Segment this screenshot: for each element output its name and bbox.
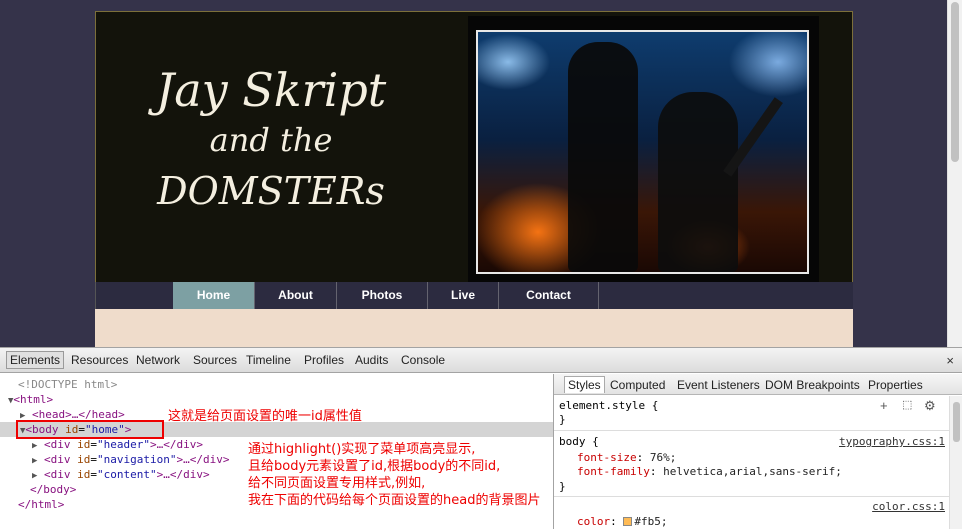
expand-triangle-icon[interactable]: ▶: [32, 456, 37, 466]
logo-line-3: DOMSTERs: [157, 169, 385, 213]
element-style-close: }: [559, 413, 566, 426]
nav-item-about[interactable]: About: [255, 282, 337, 309]
prop-font-size[interactable]: font-size: 76%;: [577, 451, 676, 465]
page-scrollbar[interactable]: [947, 0, 962, 347]
styles-scroll-thumb[interactable]: [953, 402, 960, 442]
header-photo-frame: [468, 16, 819, 282]
site-navigation: Home About Photos Live Contact: [95, 282, 853, 309]
rule-divider: [554, 496, 949, 497]
element-style-selector[interactable]: element.style {: [559, 399, 658, 413]
guitarist-silhouette: [658, 92, 738, 272]
devtools-panel: Elements Resources Network Sources Timel…: [0, 347, 962, 529]
tab-network[interactable]: Network: [136, 353, 180, 367]
site-logo: Jay Skript and the DOMSTERs: [96, 62, 446, 218]
tree-body-close[interactable]: </body>: [30, 482, 76, 497]
body-rule-close: }: [559, 480, 566, 493]
color-swatch-icon[interactable]: [623, 517, 633, 526]
close-icon[interactable]: ×: [946, 353, 954, 368]
expand-triangle-icon[interactable]: ▶: [32, 441, 37, 451]
tab-audits[interactable]: Audits: [355, 353, 388, 367]
color-css-link[interactable]: color.css:1: [872, 500, 945, 514]
tab-computed[interactable]: Computed: [610, 378, 665, 392]
styles-scrollbar[interactable]: [949, 396, 962, 529]
tab-timeline[interactable]: Timeline: [246, 353, 291, 367]
tab-event-listeners[interactable]: Event Listeners: [677, 378, 760, 392]
rule-divider: [554, 430, 949, 431]
styles-rules: element.style { } body { typography.css:…: [554, 396, 949, 529]
annotation-line-4: 我在下面的代码给每个页面设置的head的背景图片: [248, 493, 541, 508]
tab-resources[interactable]: Resources: [71, 353, 128, 367]
page-scroll-thumb[interactable]: [951, 2, 959, 162]
tab-elements[interactable]: Elements: [6, 351, 65, 369]
concert-photo: [476, 30, 809, 274]
styles-tabbar: Styles Computed Event Listeners DOM Brea…: [554, 374, 962, 395]
body-rule-selector[interactable]: body {: [559, 435, 599, 449]
elements-tree: <!DOCTYPE html> ▼<html> ▶ <head>…</head>…: [0, 374, 553, 529]
tab-properties[interactable]: Properties: [868, 378, 923, 392]
annotation-line-3: 给不同页面设置专用样式,例如,: [248, 476, 426, 491]
expand-triangle-icon[interactable]: ▶: [32, 471, 37, 481]
tree-doctype[interactable]: <!DOCTYPE html>: [18, 377, 117, 392]
annotation-line-1: 通过highlight()实现了菜单项高亮显示,: [248, 442, 476, 457]
styles-sidebar: Styles Computed Event Listeners DOM Brea…: [553, 374, 962, 529]
nav-item-photos[interactable]: Photos: [337, 282, 428, 309]
site-header: Jay Skript and the DOMSTERs: [95, 11, 853, 282]
prop-color[interactable]: color: #fb5;: [577, 515, 668, 529]
tab-dom-breakpoints[interactable]: DOM Breakpoints: [765, 378, 860, 392]
tree-html-close[interactable]: </html>: [18, 497, 64, 512]
prop-font-family[interactable]: font-family: helvetica,arial,sans-serif;: [577, 465, 842, 479]
annotation-body-id: 这就是给页面设置的唯一id属性值: [168, 409, 362, 424]
body-id-highlight-box: [16, 420, 164, 439]
browser-viewport: Jay Skript and the DOMSTERs Home About P…: [0, 0, 962, 347]
nav-item-home[interactable]: Home: [173, 282, 255, 309]
tab-styles[interactable]: Styles: [564, 376, 605, 393]
content-area: [95, 309, 853, 347]
logo-line-2: and the: [209, 121, 333, 159]
logo-line-1: Jay Skript: [155, 63, 387, 117]
nav-item-live[interactable]: Live: [428, 282, 499, 309]
nav-item-contact[interactable]: Contact: [499, 282, 599, 309]
singer-silhouette: [568, 42, 638, 272]
tab-console[interactable]: Console: [401, 353, 445, 367]
annotation-line-2: 且给body元素设置了id,根据body的不同id,: [248, 459, 501, 474]
tab-profiles[interactable]: Profiles: [304, 353, 344, 367]
tab-sources[interactable]: Sources: [193, 353, 237, 367]
devtools-toolbar: Elements Resources Network Sources Timel…: [0, 348, 962, 373]
typography-css-link[interactable]: typography.css:1: [839, 435, 945, 449]
